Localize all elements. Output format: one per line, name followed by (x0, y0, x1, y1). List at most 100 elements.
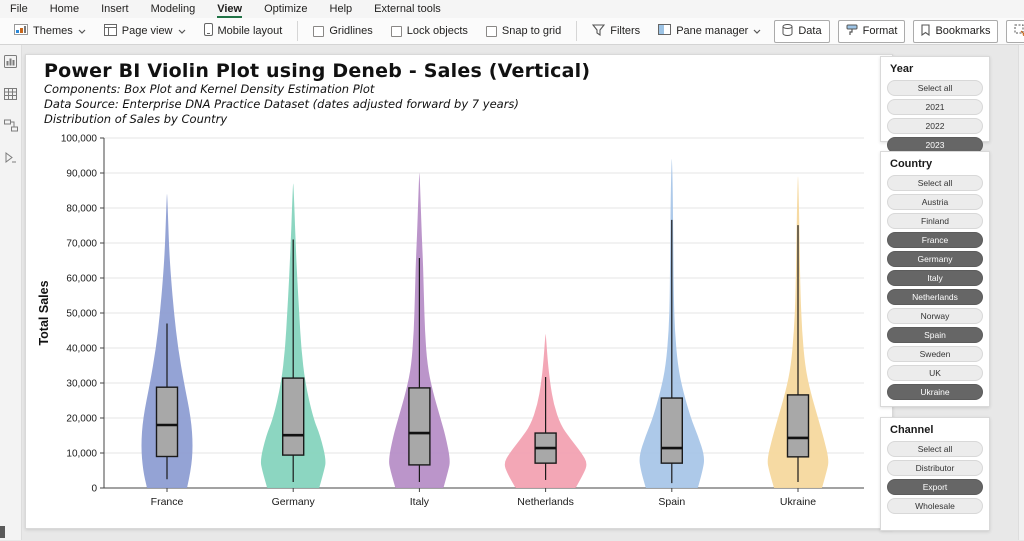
svg-text:40,000: 40,000 (66, 344, 97, 355)
menu-item-file[interactable]: File (10, 1, 28, 18)
lock-objects-checkbox[interactable]: Lock objects (385, 22, 474, 40)
snap-to-grid-label: Snap to grid (501, 25, 562, 37)
chevron-down-icon (78, 25, 86, 37)
themes-label: Themes (33, 25, 73, 37)
year-slicer: Year Select all 2021 2022 2023 (880, 56, 990, 153)
mobile-layout-icon (203, 23, 213, 39)
bookmarks-pane-button[interactable]: Bookmarks (913, 19, 999, 43)
svg-text:60,000: 60,000 (66, 274, 97, 285)
themes-icon (14, 24, 28, 38)
data-pane-button[interactable]: Data (774, 19, 830, 43)
slicer-option-select-all[interactable]: Select all (887, 80, 983, 96)
selection-icon (1014, 24, 1024, 39)
svg-text:10,000: 10,000 (66, 449, 97, 460)
slicer-option-netherlands[interactable]: Netherlands (887, 289, 983, 305)
country-slicer-title: Country (890, 158, 933, 170)
page-view-icon (103, 23, 117, 39)
themes-button[interactable]: Themes (8, 21, 92, 41)
slicer-option-italy[interactable]: Italy (887, 270, 983, 286)
ribbon-toolbar: Themes Page view Mobile layout Gridlines… (0, 18, 1024, 45)
svg-text:70,000: 70,000 (66, 239, 97, 250)
checkbox-icon (485, 25, 497, 37)
lock-objects-label: Lock objects (406, 25, 468, 37)
chevron-down-icon (178, 25, 186, 37)
slicer-option-norway[interactable]: Norway (887, 308, 983, 324)
ribbon-separator (297, 21, 299, 41)
svg-text:Spain: Spain (658, 496, 685, 508)
slicer-option-2022[interactable]: 2022 (887, 118, 983, 134)
vertical-scrollbar[interactable] (1018, 45, 1024, 540)
chart-title: Power BI Violin Plot using Deneb - Sales… (44, 60, 591, 82)
svg-text:30,000: 30,000 (66, 379, 97, 390)
country-slicer: Country Select all Austria Finland France Ge… (880, 151, 990, 407)
menu-item-help[interactable]: Help (330, 1, 353, 18)
slicer-option-uk[interactable]: UK (887, 365, 983, 381)
channel-slicer: Channel Select all Distributor Export Whole… (880, 417, 990, 531)
gridlines-checkbox[interactable]: Gridlines (307, 22, 378, 40)
menu-item-view[interactable]: View (217, 1, 243, 18)
channel-slicer-title: Channel (890, 424, 934, 436)
svg-text:Germany: Germany (272, 496, 316, 508)
gridlines-label: Gridlines (329, 25, 373, 37)
format-pane-button[interactable]: Format (837, 19, 906, 43)
filter-funnel-icon (592, 23, 606, 39)
report-view-icon[interactable] (4, 55, 17, 73)
filters-button[interactable]: Filters (586, 21, 646, 42)
svg-text:100,000: 100,000 (61, 134, 98, 145)
data-label: Data (798, 25, 822, 37)
model-view-icon[interactable] (3, 119, 18, 137)
year-slicer-title: Year (890, 63, 914, 75)
slicer-option-distributor[interactable]: Distributor (887, 460, 983, 476)
slicer-option-sweden[interactable]: Sweden (887, 346, 983, 362)
data-icon (782, 23, 793, 39)
chevron-down-icon (753, 25, 761, 37)
menu-bar: File Home Insert Modeling View Optimize Help Ex… (0, 0, 1024, 18)
menu-item-home[interactable]: Home (50, 1, 79, 18)
svg-text:50,000: 50,000 (66, 309, 97, 320)
slicer-option-select-all[interactable]: Select all (887, 175, 983, 191)
pane-manager-icon (658, 24, 672, 38)
slicer-option-ukraine[interactable]: Ukraine (887, 384, 983, 400)
menu-item-optimize[interactable]: Optimize (264, 1, 307, 18)
mobile-layout-label: Mobile layout (217, 25, 283, 37)
left-view-rail (0, 45, 22, 540)
ribbon-separator (576, 21, 578, 41)
chart-subtitle-2: Data Source: Enterprise DNA Practice Dat… (44, 96, 519, 111)
svg-text:Total Sales: Total Sales (37, 280, 51, 345)
page-view-button[interactable]: Page view (98, 21, 192, 42)
selection-pane-button[interactable]: Selection (1006, 19, 1024, 43)
slicer-option-export[interactable]: Export (887, 479, 983, 495)
slicer-option-spain[interactable]: Spain (887, 327, 983, 343)
bookmarks-label: Bookmarks (935, 25, 991, 37)
pane-manager-button[interactable]: Pane manager (652, 21, 767, 41)
svg-text:Netherlands: Netherlands (517, 496, 574, 508)
violin-chart-card[interactable]: Power BI Violin Plot using Deneb - Sales… (25, 54, 893, 529)
slicer-option-france[interactable]: France (887, 232, 983, 248)
filters-label: Filters (610, 25, 641, 37)
chart-subtitle-1: Components: Box Plot and Kernel Density … (44, 82, 375, 96)
format-label: Format (862, 25, 898, 37)
slicer-option-select-all[interactable]: Select all (887, 441, 983, 457)
menu-item-external-tools[interactable]: External tools (374, 1, 441, 18)
slicer-option-germany[interactable]: Germany (887, 251, 983, 267)
svg-text:France: France (151, 496, 184, 508)
chart-subtitle-3: Distribution of Sales by Country (44, 111, 228, 126)
chart-title-block: Power BI Violin Plot using Deneb - Sales… (44, 60, 590, 127)
menu-item-modeling[interactable]: Modeling (151, 1, 196, 18)
svg-text:Ukraine: Ukraine (780, 496, 816, 508)
slicer-option-finland[interactable]: Finland (887, 213, 983, 229)
dax-query-view-icon[interactable] (4, 151, 17, 169)
mobile-layout-button[interactable]: Mobile layout (198, 20, 289, 42)
menu-item-insert[interactable]: Insert (101, 1, 129, 18)
svg-text:0: 0 (91, 484, 97, 495)
svg-text:90,000: 90,000 (66, 169, 97, 180)
slicer-option-austria[interactable]: Austria (887, 194, 983, 210)
snap-to-grid-checkbox[interactable]: Snap to grid (480, 22, 567, 40)
slicer-option-wholesale[interactable]: Wholesale (887, 498, 983, 514)
table-view-icon[interactable] (4, 87, 17, 105)
svg-text:Italy: Italy (410, 496, 430, 508)
slicer-option-2021[interactable]: 2021 (887, 99, 983, 115)
bookmark-icon (921, 23, 931, 39)
rail-scroll-nub[interactable] (0, 526, 5, 538)
page-view-label: Page view (121, 25, 173, 37)
